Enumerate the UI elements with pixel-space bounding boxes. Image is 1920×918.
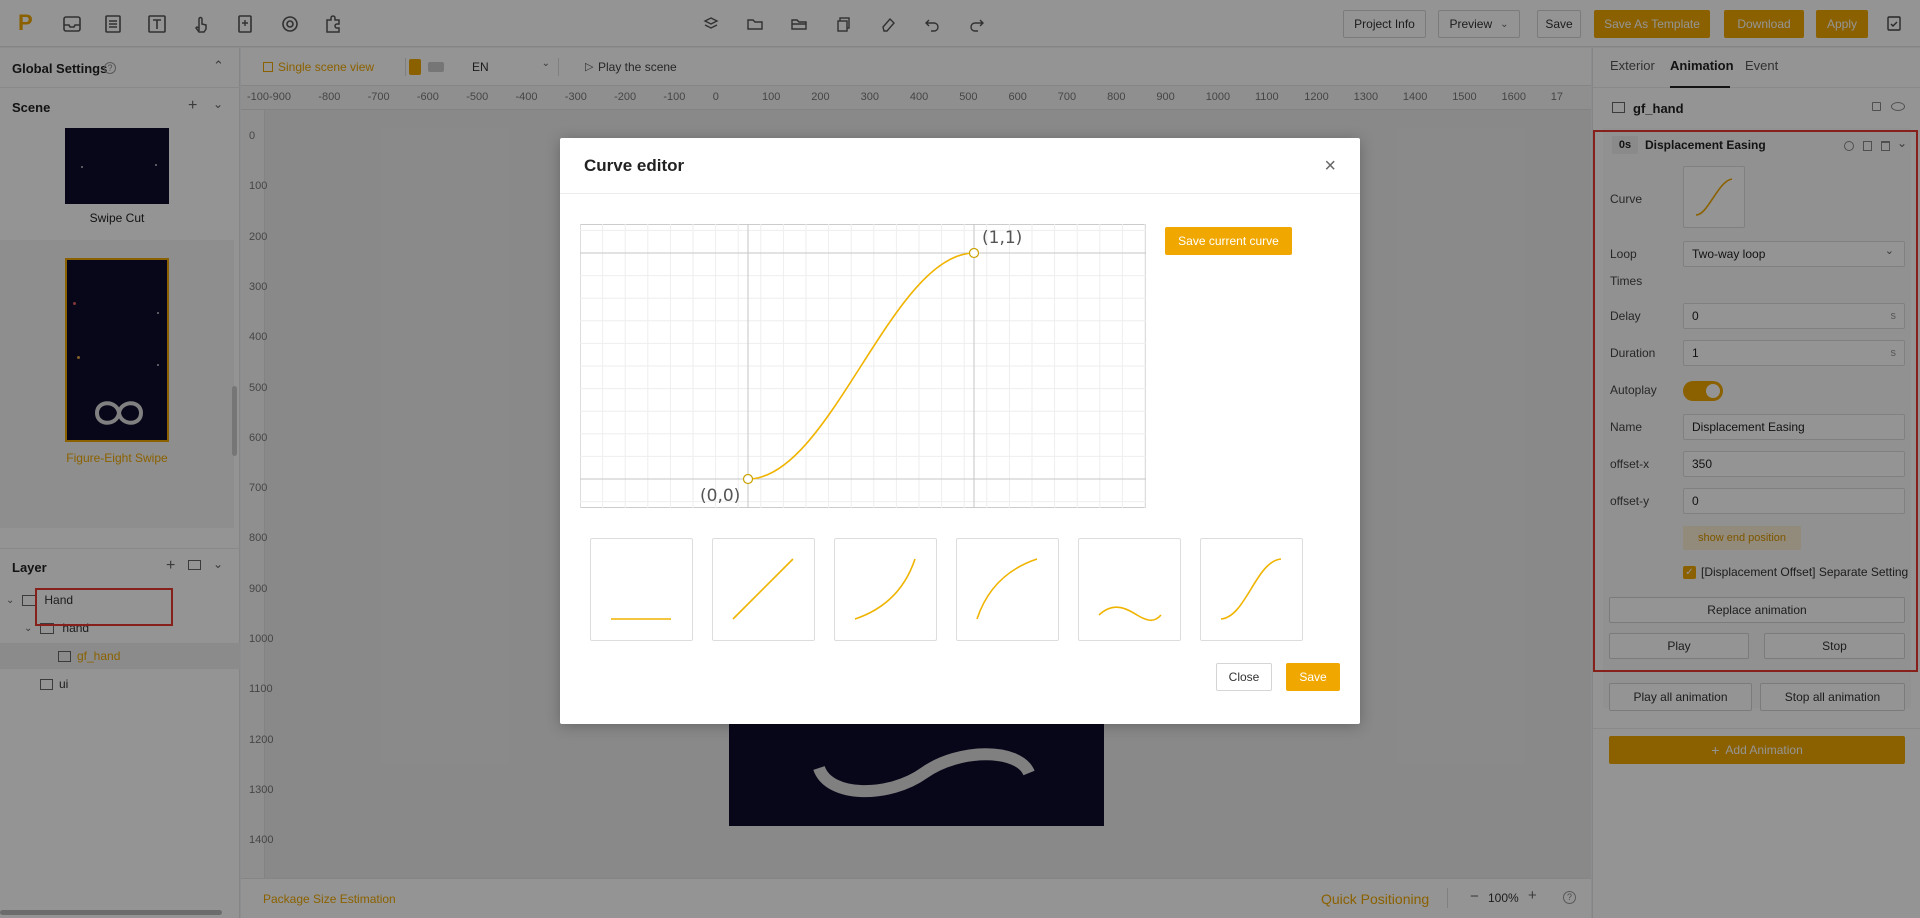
dialog-header: Curve editor × bbox=[560, 138, 1360, 194]
dialog-title: Curve editor bbox=[584, 156, 685, 175]
save-curve-button[interactable]: Save bbox=[1286, 663, 1340, 691]
end-point-label: (1,1) bbox=[982, 228, 1022, 248]
preset-curve-linear[interactable] bbox=[712, 538, 815, 641]
curve-editor-dialog: Curve editor × (0,0) (1,1) Save current … bbox=[560, 138, 1360, 724]
preset-curve-ease-in-out[interactable] bbox=[1200, 538, 1303, 641]
start-point-label: (0,0) bbox=[700, 486, 740, 506]
preset-curve-ease-in[interactable] bbox=[834, 538, 937, 641]
preset-curve-wave[interactable] bbox=[1078, 538, 1181, 641]
end-point-handle[interactable] bbox=[968, 247, 980, 259]
start-point-handle[interactable] bbox=[742, 473, 754, 485]
preset-wave-icon bbox=[1098, 606, 1162, 622]
preset-ease-in-icon bbox=[854, 558, 916, 620]
close-icon[interactable]: × bbox=[1324, 156, 1336, 176]
save-current-curve-button[interactable]: Save current curve bbox=[1165, 227, 1292, 255]
preset-curve-flat[interactable] bbox=[590, 538, 693, 641]
close-button[interactable]: Close bbox=[1216, 663, 1272, 691]
preset-curve-ease-out[interactable] bbox=[956, 538, 1059, 641]
preset-linear-icon bbox=[732, 558, 794, 620]
preset-flat-icon bbox=[611, 618, 671, 620]
curve-graph[interactable]: (0,0) (1,1) bbox=[580, 224, 1146, 508]
preset-ease-in-out-icon bbox=[1220, 558, 1282, 620]
preset-ease-out-icon bbox=[976, 558, 1038, 620]
